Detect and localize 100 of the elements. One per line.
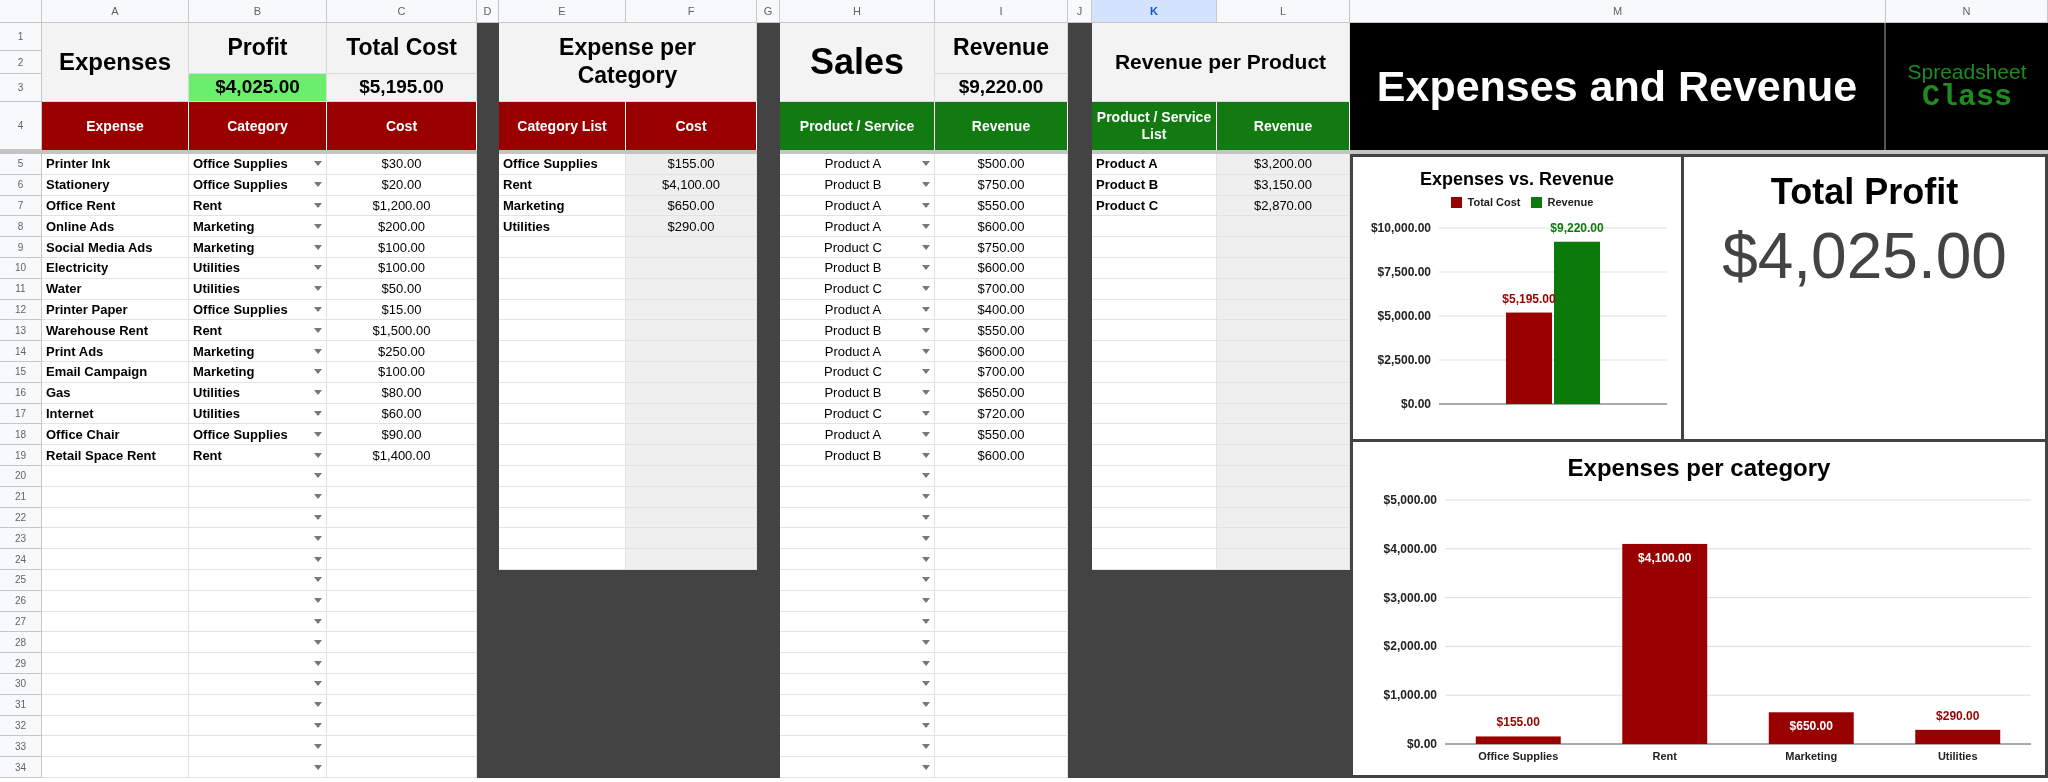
dropdown-cell[interactable]: Product C bbox=[780, 237, 935, 258]
dropdown-cell[interactable]: Utilities bbox=[189, 278, 327, 300]
dropdown-caret-icon[interactable] bbox=[314, 348, 322, 354]
dropdown-caret-icon[interactable] bbox=[314, 743, 322, 749]
empty-cell[interactable] bbox=[1217, 486, 1350, 508]
empty-cell[interactable] bbox=[1217, 361, 1350, 383]
row-number[interactable]: 34 bbox=[0, 757, 42, 778]
dropdown-cell[interactable] bbox=[189, 549, 327, 570]
row-number[interactable]: 2 bbox=[0, 51, 42, 74]
row-number[interactable]: 4 bbox=[0, 102, 42, 150]
dropdown-caret-icon[interactable] bbox=[314, 265, 322, 271]
dropdown-caret-icon[interactable] bbox=[922, 203, 930, 208]
dropdown-caret-icon[interactable] bbox=[922, 182, 930, 188]
dropdown-caret-icon[interactable] bbox=[314, 223, 322, 229]
dropdown-caret-icon[interactable] bbox=[314, 764, 322, 770]
dropdown-caret-icon[interactable] bbox=[314, 535, 322, 541]
dropdown-caret-icon[interactable] bbox=[314, 618, 322, 624]
dropdown-caret-icon[interactable] bbox=[314, 306, 322, 312]
dropdown-cell[interactable]: Office Supplies bbox=[189, 299, 327, 321]
dropdown-caret-icon[interactable] bbox=[922, 556, 930, 562]
dropdown-caret-icon[interactable] bbox=[314, 390, 322, 396]
row-number[interactable]: 17 bbox=[0, 403, 42, 425]
dropdown-cell[interactable] bbox=[189, 757, 327, 778]
dropdown-cell[interactable] bbox=[189, 465, 327, 487]
dropdown-cell[interactable]: Marketing bbox=[189, 361, 327, 383]
dropdown-caret-icon[interactable] bbox=[922, 244, 930, 250]
row-number[interactable]: 14 bbox=[0, 341, 42, 362]
dropdown-caret-icon[interactable] bbox=[314, 431, 322, 437]
dropdown-cell[interactable] bbox=[189, 486, 327, 508]
row-number[interactable]: 3 bbox=[0, 74, 42, 102]
empty-cell[interactable] bbox=[626, 382, 757, 404]
select-all-corner[interactable] bbox=[0, 0, 42, 23]
column-letter[interactable]: E bbox=[499, 0, 626, 23]
row-number[interactable]: 24 bbox=[0, 549, 42, 570]
column-letter[interactable]: C bbox=[327, 0, 477, 23]
dropdown-cell[interactable] bbox=[780, 757, 935, 778]
row-number[interactable]: 23 bbox=[0, 528, 42, 550]
dropdown-caret-icon[interactable] bbox=[314, 514, 322, 520]
empty-cell[interactable] bbox=[1217, 424, 1350, 446]
dropdown-caret-icon[interactable] bbox=[922, 410, 930, 416]
row-number[interactable]: 27 bbox=[0, 611, 42, 633]
dropdown-caret-icon[interactable] bbox=[314, 639, 322, 645]
empty-cell[interactable] bbox=[1217, 507, 1350, 529]
row-number[interactable]: 11 bbox=[0, 278, 42, 300]
dropdown-cell[interactable]: Utilities bbox=[189, 403, 327, 425]
dropdown-caret-icon[interactable] bbox=[922, 327, 930, 333]
dropdown-cell[interactable]: Marketing bbox=[189, 216, 327, 238]
dropdown-caret-icon[interactable] bbox=[922, 306, 930, 312]
empty-cell[interactable] bbox=[626, 445, 757, 466]
dropdown-cell[interactable] bbox=[189, 736, 327, 758]
empty-cell[interactable] bbox=[626, 258, 757, 279]
row-number[interactable]: 20 bbox=[0, 465, 42, 487]
column-letter[interactable]: M bbox=[1350, 0, 1886, 23]
dropdown-cell[interactable] bbox=[189, 507, 327, 529]
dropdown-caret-icon[interactable] bbox=[314, 369, 322, 375]
dropdown-cell[interactable] bbox=[780, 653, 935, 674]
dropdown-caret-icon[interactable] bbox=[922, 764, 930, 770]
dropdown-cell[interactable]: Office Supplies bbox=[189, 154, 327, 175]
row-number[interactable]: 19 bbox=[0, 445, 42, 466]
dropdown-caret-icon[interactable] bbox=[314, 161, 322, 167]
dropdown-caret-icon[interactable] bbox=[922, 286, 930, 292]
row-number[interactable]: 33 bbox=[0, 736, 42, 758]
dropdown-cell[interactable]: Utilities bbox=[189, 382, 327, 404]
empty-cell[interactable] bbox=[1217, 465, 1350, 487]
column-letter[interactable]: G bbox=[757, 0, 780, 23]
row-number[interactable]: 9 bbox=[0, 237, 42, 258]
dropdown-caret-icon[interactable] bbox=[922, 431, 930, 437]
row-number[interactable]: 5 bbox=[0, 154, 42, 175]
dropdown-caret-icon[interactable] bbox=[314, 722, 322, 728]
row-number[interactable]: 8 bbox=[0, 216, 42, 238]
dropdown-caret-icon[interactable] bbox=[922, 390, 930, 396]
row-number[interactable]: 18 bbox=[0, 424, 42, 446]
column-letter[interactable]: H bbox=[780, 0, 935, 23]
dropdown-caret-icon[interactable] bbox=[314, 681, 322, 687]
row-number[interactable]: 30 bbox=[0, 673, 42, 695]
row-number[interactable]: 15 bbox=[0, 361, 42, 383]
dropdown-cell[interactable]: Utilities bbox=[189, 258, 327, 279]
dropdown-cell[interactable] bbox=[189, 673, 327, 695]
empty-cell[interactable] bbox=[1217, 549, 1350, 570]
dropdown-cell[interactable] bbox=[189, 715, 327, 737]
dropdown-caret-icon[interactable] bbox=[922, 598, 930, 604]
dropdown-cell[interactable]: Office Supplies bbox=[189, 174, 327, 196]
dropdown-caret-icon[interactable] bbox=[922, 369, 930, 375]
dropdown-cell[interactable] bbox=[189, 569, 327, 591]
dropdown-caret-icon[interactable] bbox=[314, 660, 322, 666]
dropdown-caret-icon[interactable] bbox=[314, 286, 322, 292]
row-number[interactable]: 29 bbox=[0, 653, 42, 674]
dropdown-caret-icon[interactable] bbox=[314, 494, 322, 500]
dropdown-cell[interactable]: Rent bbox=[189, 195, 327, 217]
dropdown-cell[interactable]: Product B bbox=[780, 445, 935, 466]
dropdown-caret-icon[interactable] bbox=[922, 639, 930, 645]
dropdown-caret-icon[interactable] bbox=[922, 743, 930, 749]
column-letter[interactable]: K bbox=[1092, 0, 1217, 23]
empty-cell[interactable] bbox=[1217, 258, 1350, 279]
dropdown-caret-icon[interactable] bbox=[922, 265, 930, 271]
dropdown-cell[interactable] bbox=[189, 528, 327, 550]
row-number[interactable]: 12 bbox=[0, 299, 42, 321]
empty-cell[interactable] bbox=[1217, 403, 1350, 425]
empty-cell[interactable] bbox=[626, 299, 757, 321]
dropdown-cell[interactable] bbox=[189, 653, 327, 674]
